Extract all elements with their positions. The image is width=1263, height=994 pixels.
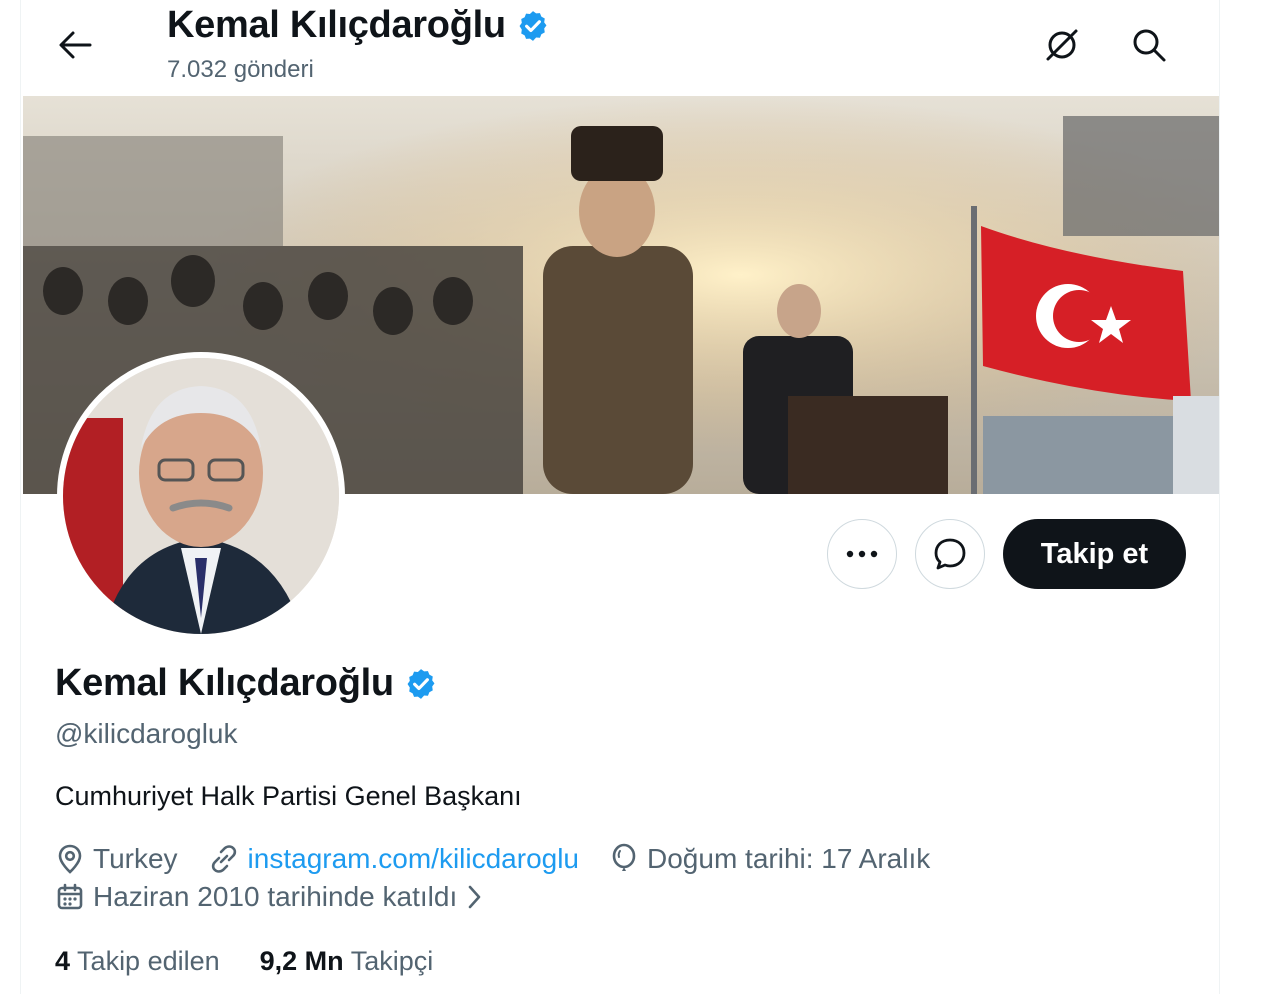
follow-button[interactable]: Takip et xyxy=(1003,519,1186,589)
profile-meta-row: Turkey instagram.com/kilicdaroglu Doğum … xyxy=(55,843,960,875)
link-icon xyxy=(211,845,236,873)
followers-label: Takipçi xyxy=(350,946,434,976)
joined-item[interactable]: Haziran 2010 tarihinde katıldı xyxy=(55,881,483,913)
profile-header: Kemal Kılıçdaroğlu 7.032 gönderi xyxy=(21,0,1219,96)
following-stat[interactable]: 4 Takip edilen xyxy=(55,946,220,977)
location-item: Turkey xyxy=(55,843,178,875)
calendar-icon xyxy=(57,883,83,910)
location-text: Turkey xyxy=(93,843,178,874)
birthday-item: Doğum tarihi: 17 Aralık xyxy=(609,843,930,875)
verified-badge-icon xyxy=(519,10,547,41)
grok-button[interactable] xyxy=(1037,20,1087,70)
back-button[interactable] xyxy=(49,22,101,68)
joined-text: Haziran 2010 tarihinde katıldı xyxy=(93,881,458,912)
following-count: 4 xyxy=(55,946,71,976)
search-button[interactable] xyxy=(1124,20,1174,70)
header-title: Kemal Kılıçdaroğlu xyxy=(167,4,506,46)
more-options-button[interactable] xyxy=(827,519,897,589)
chevron-right-icon xyxy=(468,885,481,909)
profile-handle: @kilicdarogluk xyxy=(55,718,238,749)
profile-stats: 4 Takip edilen 9,2 Mn Takipçi xyxy=(55,946,433,977)
website-item: instagram.com/kilicdaroglu xyxy=(208,843,579,875)
profile-column: Kemal Kılıçdaroğlu 7.032 gönderi Takip e… xyxy=(20,0,1220,994)
followers-stat[interactable]: 9,2 Mn Takipçi xyxy=(260,946,434,977)
followers-count: 9,2 Mn xyxy=(259,946,344,976)
more-icon xyxy=(846,550,878,558)
avatar-image xyxy=(63,358,339,634)
location-icon xyxy=(58,844,82,874)
balloon-icon xyxy=(612,843,636,871)
message-button[interactable] xyxy=(915,519,985,589)
profile-joined-row[interactable]: Haziran 2010 tarihinde katıldı xyxy=(55,881,513,913)
profile-avatar[interactable] xyxy=(57,352,345,640)
birthday-text: Doğum tarihi: 17 Aralık xyxy=(647,843,931,874)
following-label: Takip edilen xyxy=(77,946,220,976)
arrow-left-icon xyxy=(59,31,92,59)
post-count: 7.032 gönderi xyxy=(167,56,314,83)
profile-display-name: Kemal Kılıçdaroğlu xyxy=(55,662,394,704)
website-link[interactable]: instagram.com/kilicdaroglu xyxy=(248,843,579,875)
message-icon xyxy=(934,538,966,570)
verified-badge-icon xyxy=(407,668,435,699)
search-icon xyxy=(1133,29,1166,62)
profile-bio: Cumhuriyet Halk Partisi Genel Başkanı xyxy=(55,781,522,811)
grok-icon xyxy=(1046,29,1078,61)
